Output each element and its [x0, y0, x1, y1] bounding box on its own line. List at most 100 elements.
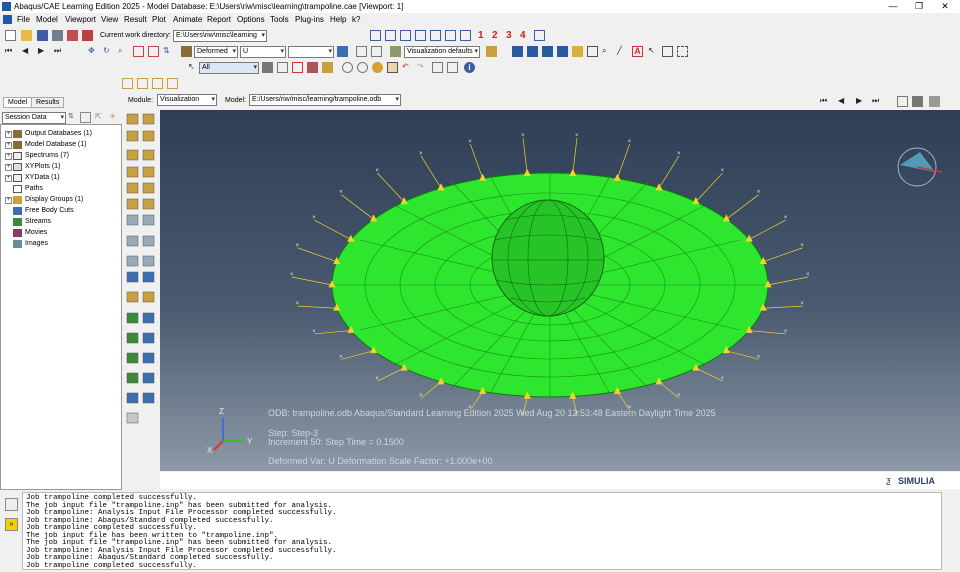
tab-results[interactable]: Results	[31, 97, 65, 108]
table-icon[interactable]	[587, 46, 598, 57]
pencil-icon[interactable]	[126, 412, 139, 424]
expand-icon[interactable]: +	[5, 197, 12, 204]
plot-contours-icon[interactable]	[126, 130, 139, 142]
minimize-button[interactable]: —	[880, 0, 906, 13]
path-icon[interactable]	[142, 271, 155, 283]
view-front-icon[interactable]	[385, 30, 396, 41]
view-left-icon[interactable]	[445, 30, 456, 41]
sort-icon[interactable]: ⇅	[68, 112, 79, 123]
camera-icon[interactable]	[912, 96, 923, 107]
anim-previous-icon[interactable]: ◀	[838, 96, 844, 105]
viewport-2-button[interactable]: 2	[492, 30, 498, 41]
stream-icon[interactable]	[142, 291, 155, 303]
selection-box-icon[interactable]	[277, 62, 288, 73]
iso-view-3-icon[interactable]	[152, 78, 163, 89]
menu-whats-this[interactable]: k?	[352, 15, 360, 24]
iso-view-1-icon[interactable]	[122, 78, 133, 89]
dashed-box-icon[interactable]	[677, 46, 688, 57]
tab-model[interactable]: Model	[3, 97, 33, 108]
render-hidden-icon[interactable]	[527, 46, 538, 57]
close-button[interactable]: ✕	[932, 0, 958, 13]
odb-options-icon[interactable]	[142, 372, 155, 384]
plot-undeformed-icon[interactable]	[126, 113, 139, 125]
grid-icon[interactable]	[432, 62, 443, 73]
list-icon[interactable]	[662, 46, 673, 57]
animate-scale-icon[interactable]	[126, 166, 139, 178]
viewport-4-button[interactable]: 4	[520, 30, 526, 41]
menu-options[interactable]: Options	[237, 15, 265, 24]
expand-icon[interactable]: +	[5, 175, 12, 182]
text-annotation-icon[interactable]: A	[632, 46, 643, 57]
anim-play-icon[interactable]: ▶	[856, 96, 862, 105]
free-body-cut-icon[interactable]	[126, 291, 139, 303]
display-group-create-icon[interactable]	[126, 312, 139, 324]
display-manager-icon[interactable]	[142, 352, 155, 364]
menu-file[interactable]: File	[17, 15, 30, 24]
menu-plot[interactable]: Plot	[152, 15, 166, 24]
open-folder-icon[interactable]	[21, 30, 32, 41]
box-zoom-icon[interactable]	[370, 30, 381, 41]
viewport-arrange-icon[interactable]	[534, 30, 545, 41]
view-style-select[interactable]: Visualization defaults	[404, 46, 480, 58]
selection-filter-select[interactable]: All	[199, 62, 259, 74]
expand-icon[interactable]: ⇱	[95, 112, 106, 123]
select-pointer-icon[interactable]: ↖	[648, 46, 659, 57]
command-line-icon[interactable]: »	[5, 518, 18, 531]
viewport-3-button[interactable]: 3	[506, 30, 512, 41]
render-wireframe-icon[interactable]	[512, 46, 523, 57]
info-icon[interactable]: i	[464, 62, 475, 73]
viewport[interactable]: × × × × × × × × × × × × × × × × × × × × × × × × × × × × × × ODB: tram…	[160, 110, 960, 471]
cycle-views-icon[interactable]: ⇅	[163, 46, 174, 57]
menu-viewport[interactable]: Viewport	[65, 15, 96, 24]
iso-view-2-icon[interactable]	[137, 78, 148, 89]
view-cut-manager-icon[interactable]	[142, 255, 155, 267]
selection-options-icon[interactable]	[262, 62, 273, 73]
menu-result[interactable]: Result	[124, 15, 147, 24]
odb-display-icon[interactable]	[126, 372, 139, 384]
perspective-icon[interactable]	[572, 46, 583, 57]
menu-view[interactable]: View	[101, 15, 118, 24]
menu-report[interactable]: Report	[207, 15, 231, 24]
overlay-icon[interactable]	[447, 62, 458, 73]
expand-icon[interactable]: +	[5, 164, 12, 171]
rotate-icon[interactable]: ↻	[103, 46, 114, 57]
print-icon[interactable]	[52, 30, 63, 41]
movie-camera-icon[interactable]	[929, 96, 940, 107]
menu-plugins[interactable]: Plug-ins	[295, 15, 324, 24]
viewport-1-button[interactable]: 1	[478, 30, 484, 41]
display-group-manager-icon[interactable]	[142, 312, 155, 324]
replace-selected-icon[interactable]	[292, 62, 303, 73]
view-iso-icon[interactable]	[460, 30, 471, 41]
session-data-select[interactable]: Session Data	[2, 112, 66, 124]
allow-multiple-plot-icon[interactable]	[142, 149, 155, 161]
last-frame-icon[interactable]: ⏭	[54, 46, 65, 57]
magnify-icon[interactable]: ⌕	[118, 46, 129, 57]
common-options-icon[interactable]	[126, 214, 139, 226]
remove-selected-icon[interactable]	[307, 62, 318, 73]
contour-options-icon[interactable]	[126, 235, 139, 247]
save-icon[interactable]	[37, 30, 48, 41]
replace-all-icon[interactable]	[126, 332, 139, 344]
plot-state-select[interactable]: Deformed	[194, 46, 238, 58]
menu-help[interactable]: Help	[330, 15, 346, 24]
play-icon[interactable]: ▶	[38, 46, 49, 57]
view-cut-icon[interactable]	[126, 255, 139, 267]
field-component-select[interactable]	[288, 46, 334, 58]
report-icon[interactable]	[126, 392, 139, 404]
expand-icon[interactable]: +	[5, 153, 12, 160]
message-area-icon[interactable]	[5, 498, 18, 511]
menu-model[interactable]: Model	[36, 15, 58, 24]
redo-icon[interactable]: ↷	[417, 62, 428, 73]
render-shaded-icon[interactable]	[557, 46, 568, 57]
iso-view-4-icon[interactable]	[167, 78, 178, 89]
zoom-box-icon[interactable]	[133, 46, 144, 57]
xy-data-manager-icon[interactable]	[142, 198, 155, 210]
render-filled-icon[interactable]	[542, 46, 553, 57]
field-output-refresh-icon[interactable]	[337, 46, 348, 57]
module-select[interactable]: Visualization	[157, 94, 217, 106]
app-menu-icon[interactable]	[3, 15, 12, 24]
menu-animate[interactable]: Animate	[173, 15, 202, 24]
animate-time-icon[interactable]	[142, 166, 155, 178]
pan-icon[interactable]: ✥	[88, 46, 99, 57]
sections-icon[interactable]	[371, 46, 382, 57]
